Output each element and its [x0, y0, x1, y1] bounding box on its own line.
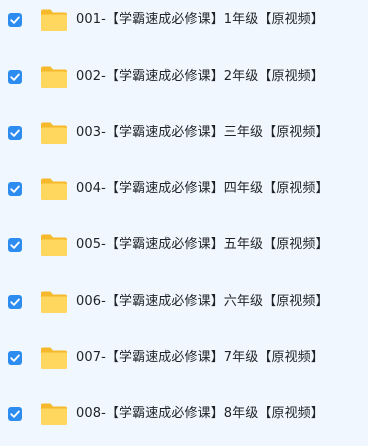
file-name[interactable]: 005-【学霸速成必修课】五年级【原视频】 [76, 236, 329, 254]
file-row[interactable]: 005-【学霸速成必修课】五年级【原视频】 [0, 225, 368, 265]
file-name[interactable]: 006-【学霸速成必修课】六年级【原视频】 [76, 293, 329, 311]
file-row[interactable]: 004-【学霸速成必修课】四年级【原视频】 [0, 169, 368, 209]
folder-icon [40, 346, 68, 370]
row-checkbox[interactable] [8, 126, 22, 140]
checkmark-icon [10, 73, 20, 81]
row-checkbox[interactable] [8, 407, 22, 421]
file-row[interactable]: 003-【学霸速成必修课】三年级【原视频】 [0, 113, 368, 153]
row-checkbox[interactable] [8, 238, 22, 252]
row-checkbox[interactable] [8, 182, 22, 196]
file-row[interactable]: 001-【学霸速成必修课】1年级【原视频】 [0, 0, 368, 40]
file-row[interactable]: 006-【学霸速成必修课】六年级【原视频】 [0, 282, 368, 322]
file-name[interactable]: 003-【学霸速成必修课】三年级【原视频】 [76, 124, 329, 142]
file-name[interactable]: 008-【学霸速成必修课】8年级【原视频】 [76, 405, 324, 423]
row-checkbox[interactable] [8, 295, 22, 309]
folder-icon [40, 121, 68, 145]
file-row[interactable]: 002-【学霸速成必修课】2年级【原视频】 [0, 57, 368, 97]
checkmark-icon [10, 354, 20, 362]
checkmark-icon [10, 241, 20, 249]
row-checkbox[interactable] [8, 13, 22, 27]
file-name[interactable]: 004-【学霸速成必修课】四年级【原视频】 [76, 180, 329, 198]
checkmark-icon [10, 185, 20, 193]
checkmark-icon [10, 410, 20, 418]
checkmark-icon [10, 16, 20, 24]
folder-icon [40, 177, 68, 201]
row-checkbox[interactable] [8, 351, 22, 365]
folder-icon [40, 65, 68, 89]
file-name[interactable]: 007-【学霸速成必修课】7年级【原视频】 [76, 349, 324, 367]
checkmark-icon [10, 129, 20, 137]
file-list: 001-【学霸速成必修课】1年级【原视频】 002-【学霸速成必修课】2年级【原… [0, 0, 368, 446]
file-row[interactable]: 007-【学霸速成必修课】7年级【原视频】 [0, 338, 368, 378]
folder-icon [40, 290, 68, 314]
folder-icon [40, 402, 68, 426]
file-name[interactable]: 001-【学霸速成必修课】1年级【原视频】 [76, 11, 324, 29]
folder-icon [40, 8, 68, 32]
folder-icon [40, 233, 68, 257]
checkmark-icon [10, 298, 20, 306]
file-row[interactable]: 008-【学霸速成必修课】8年级【原视频】 [0, 394, 368, 434]
row-checkbox[interactable] [8, 70, 22, 84]
file-name[interactable]: 002-【学霸速成必修课】2年级【原视频】 [76, 68, 324, 86]
